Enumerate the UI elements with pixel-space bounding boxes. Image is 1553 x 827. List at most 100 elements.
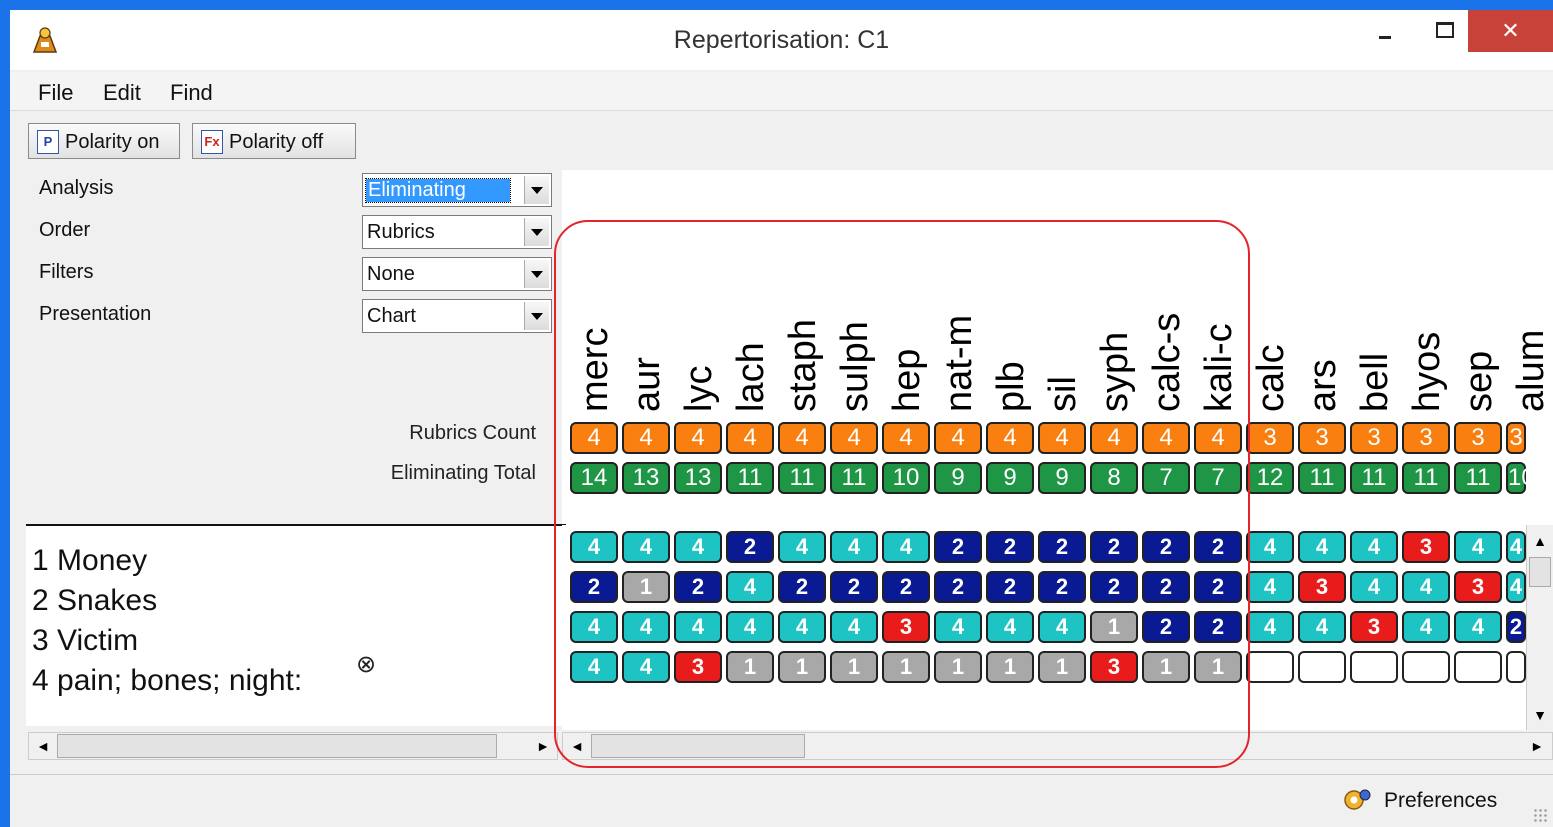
grade-cell[interactable]: 1 xyxy=(934,651,982,683)
rubrics-count-cell[interactable]: 4 xyxy=(882,422,930,454)
scroll-right-icon[interactable]: ► xyxy=(531,734,555,758)
eliminating-total-cell[interactable]: 11 xyxy=(778,462,826,494)
rubrics-count-cell[interactable]: 4 xyxy=(1142,422,1190,454)
scroll-down-icon[interactable]: ▼ xyxy=(1528,703,1552,727)
vertical-scroll-thumb[interactable] xyxy=(1529,557,1551,587)
grade-cell[interactable]: 2 xyxy=(1506,611,1526,643)
eliminate-marker-icon[interactable]: ⊗ xyxy=(356,650,376,679)
remedy-label[interactable]: calc xyxy=(1250,344,1292,412)
grade-cell[interactable]: 4 xyxy=(570,611,618,643)
eliminating-total-cell[interactable]: 13 xyxy=(622,462,670,494)
eliminating-total-cell[interactable]: 9 xyxy=(934,462,982,494)
remedy-label[interactable]: kali-c xyxy=(1198,323,1240,412)
grade-cell[interactable]: 4 xyxy=(622,531,670,563)
rubrics-count-cell[interactable]: 3 xyxy=(1298,422,1346,454)
grade-cell[interactable]: 4 xyxy=(830,531,878,563)
grade-cell[interactable]: 4 xyxy=(1350,531,1398,563)
grade-cell[interactable]: 1 xyxy=(986,651,1034,683)
grade-cell[interactable]: 3 xyxy=(1454,571,1502,603)
grade-cell[interactable]: 1 xyxy=(1194,651,1242,683)
grade-cell[interactable]: 4 xyxy=(674,611,722,643)
grade-cell[interactable]: 1 xyxy=(778,651,826,683)
grade-cell[interactable]: 4 xyxy=(1246,531,1294,563)
grade-cell[interactable]: 2 xyxy=(570,571,618,603)
rubrics-count-cell[interactable]: 4 xyxy=(778,422,826,454)
grade-cell[interactable] xyxy=(1246,651,1294,683)
remedy-label[interactable]: hyos xyxy=(1406,332,1448,412)
scroll-right-icon[interactable]: ► xyxy=(1525,734,1549,758)
remedy-label[interactable]: merc xyxy=(574,328,616,412)
symptom-horizontal-scrollbar[interactable]: ◄ ► xyxy=(28,732,558,760)
maximize-button[interactable] xyxy=(1420,10,1466,52)
grade-cell[interactable]: 4 xyxy=(1298,611,1346,643)
rubrics-count-cell[interactable]: 3 xyxy=(1454,422,1502,454)
grade-cell[interactable]: 2 xyxy=(986,531,1034,563)
remedy-label[interactable]: plb xyxy=(990,361,1032,412)
rubrics-count-cell[interactable]: 4 xyxy=(1194,422,1242,454)
grade-cell[interactable]: 2 xyxy=(1142,571,1190,603)
grade-cell[interactable]: 3 xyxy=(1298,571,1346,603)
chevron-down-icon[interactable] xyxy=(524,260,549,288)
grade-cell[interactable]: 4 xyxy=(726,571,774,603)
eliminating-total-cell[interactable]: 10 xyxy=(1506,462,1535,494)
grade-cell[interactable]: 1 xyxy=(622,571,670,603)
grade-cell[interactable]: 2 xyxy=(934,571,982,603)
eliminating-total-cell[interactable]: 9 xyxy=(1038,462,1086,494)
grade-cell[interactable]: 1 xyxy=(1142,651,1190,683)
presentation-select[interactable]: Chart xyxy=(362,299,552,333)
remedy-label[interactable]: nat-m xyxy=(938,315,980,412)
grade-cell[interactable]: 2 xyxy=(1194,611,1242,643)
remedy-label[interactable]: lach xyxy=(730,342,772,412)
grade-cell[interactable]: 4 xyxy=(934,611,982,643)
remedy-label[interactable]: sulph xyxy=(834,321,876,412)
grade-cell[interactable]: 2 xyxy=(1090,571,1138,603)
symptom-item[interactable]: 1 Money xyxy=(32,544,147,578)
rubrics-count-cell[interactable]: 3 xyxy=(1506,422,1526,454)
grade-cell[interactable]: 4 xyxy=(570,651,618,683)
eliminating-total-cell[interactable]: 8 xyxy=(1090,462,1138,494)
vertical-scrollbar[interactable]: ▲ ▼ xyxy=(1526,525,1553,730)
chevron-down-icon[interactable] xyxy=(524,218,549,246)
symptom-item[interactable]: 4 pain; bones; night: xyxy=(32,664,302,698)
grade-cell[interactable] xyxy=(1402,651,1450,683)
grade-cell[interactable]: 4 xyxy=(1246,611,1294,643)
grade-cell[interactable]: 4 xyxy=(1350,571,1398,603)
close-button[interactable]: ✕ xyxy=(1468,10,1553,52)
minimize-button[interactable] xyxy=(1362,10,1408,52)
grade-cell[interactable]: 4 xyxy=(622,611,670,643)
grade-cell[interactable]: 4 xyxy=(1454,611,1502,643)
eliminating-total-cell[interactable]: 11 xyxy=(1402,462,1450,494)
remedy-label[interactable]: lyc xyxy=(678,366,720,412)
menu-edit[interactable]: Edit xyxy=(103,80,141,106)
grade-cell[interactable]: 4 xyxy=(1402,611,1450,643)
grade-cell[interactable]: 2 xyxy=(778,571,826,603)
order-select[interactable]: Rubrics xyxy=(362,215,552,249)
eliminating-total-cell[interactable]: 14 xyxy=(570,462,618,494)
rubrics-count-cell[interactable]: 4 xyxy=(830,422,878,454)
grade-cell[interactable]: 2 xyxy=(726,531,774,563)
preferences-button[interactable]: Preferences xyxy=(1384,789,1497,813)
scroll-left-icon[interactable]: ◄ xyxy=(31,734,55,758)
eliminating-total-cell[interactable]: 11 xyxy=(726,462,774,494)
grade-cell[interactable]: 1 xyxy=(882,651,930,683)
scroll-up-icon[interactable]: ▲ xyxy=(1528,529,1552,553)
grade-cell[interactable]: 4 xyxy=(1298,531,1346,563)
grade-cell[interactable]: 4 xyxy=(622,651,670,683)
grade-cell[interactable]: 4 xyxy=(1402,571,1450,603)
remedy-label[interactable]: syph xyxy=(1094,332,1136,412)
grade-cell[interactable]: 4 xyxy=(1506,531,1526,563)
rubrics-count-cell[interactable]: 3 xyxy=(1402,422,1450,454)
preferences-icon[interactable] xyxy=(1342,787,1372,813)
grade-cell[interactable]: 2 xyxy=(1194,571,1242,603)
grade-cell[interactable]: 2 xyxy=(1194,531,1242,563)
chart-horizontal-scrollbar[interactable]: ◄ ► xyxy=(562,732,1553,760)
grade-cell[interactable]: 2 xyxy=(1090,531,1138,563)
grade-cell[interactable] xyxy=(1454,651,1502,683)
chart-scroll-thumb[interactable] xyxy=(591,734,805,758)
grade-cell[interactable]: 1 xyxy=(830,651,878,683)
rubrics-count-cell[interactable]: 4 xyxy=(570,422,618,454)
rubrics-count-cell[interactable]: 4 xyxy=(934,422,982,454)
chevron-down-icon[interactable] xyxy=(524,302,549,330)
grade-cell[interactable]: 4 xyxy=(570,531,618,563)
eliminating-total-cell[interactable]: 11 xyxy=(830,462,878,494)
